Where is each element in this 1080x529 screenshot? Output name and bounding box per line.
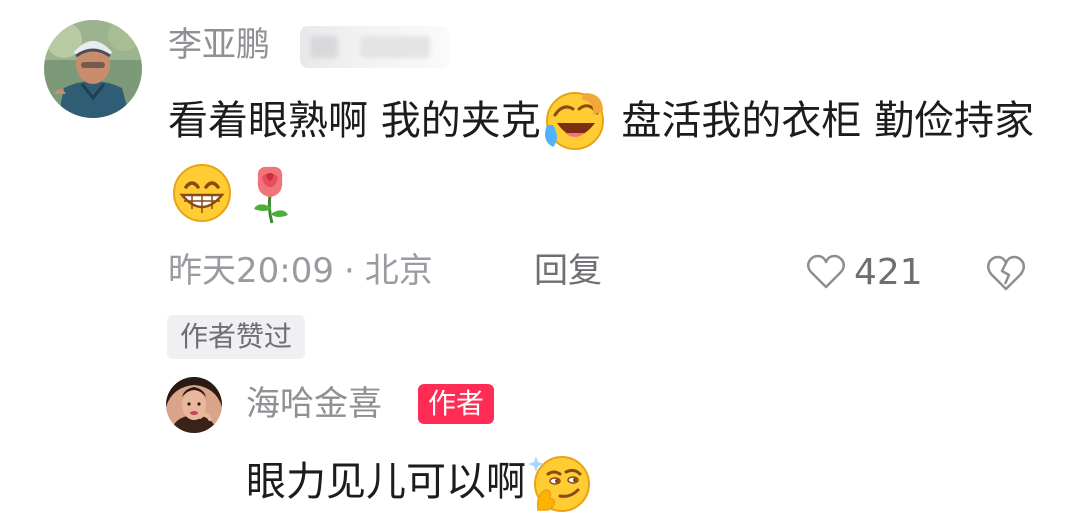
like-button[interactable]: 421 [806, 250, 923, 294]
author-liked-badge: 作者赞过 [167, 315, 306, 359]
comment-meta: 昨天20:09 · 北京 [168, 248, 433, 294]
reply-avatar[interactable] [166, 377, 222, 433]
reply-text: 眼力见儿可以啊 [246, 459, 526, 505]
comment-body: 看着眼熟啊 我的夹克 盘活我的衣柜 勤俭持家 [168, 84, 1048, 226]
comment-location: 北京 [364, 251, 433, 291]
comment-time: 昨天20:09 [168, 251, 334, 291]
comment-text-part2: 盘活我的衣柜 勤俭持家 [608, 98, 1035, 144]
grin-icon [170, 161, 234, 225]
comment-text-part1: 看着眼熟啊 我的夹克 [168, 98, 541, 144]
reply-body: 眼力见儿可以啊 [246, 447, 594, 515]
reply-button[interactable]: 回复 [534, 248, 602, 294]
comment-thread: 李亚鹏 看着眼熟啊 我的夹克 盘活我的衣柜 勤俭持家 昨天20:09 · 北京 … [0, 0, 1080, 529]
rose-icon [238, 161, 302, 225]
like-count: 421 [854, 251, 923, 293]
commenter-avatar[interactable] [44, 20, 142, 118]
meta-separator: · [343, 251, 355, 291]
broken-heart-icon[interactable] [986, 254, 1026, 292]
commenter-username[interactable]: 李亚鹏 [168, 22, 270, 68]
reply-username[interactable]: 海哈金喜 [246, 381, 382, 427]
author-tag: 作者 [418, 384, 495, 424]
heart-icon [807, 254, 845, 289]
laugh-cry-icon [543, 89, 607, 153]
user-badge [300, 26, 450, 68]
smirk-icon [528, 450, 592, 514]
